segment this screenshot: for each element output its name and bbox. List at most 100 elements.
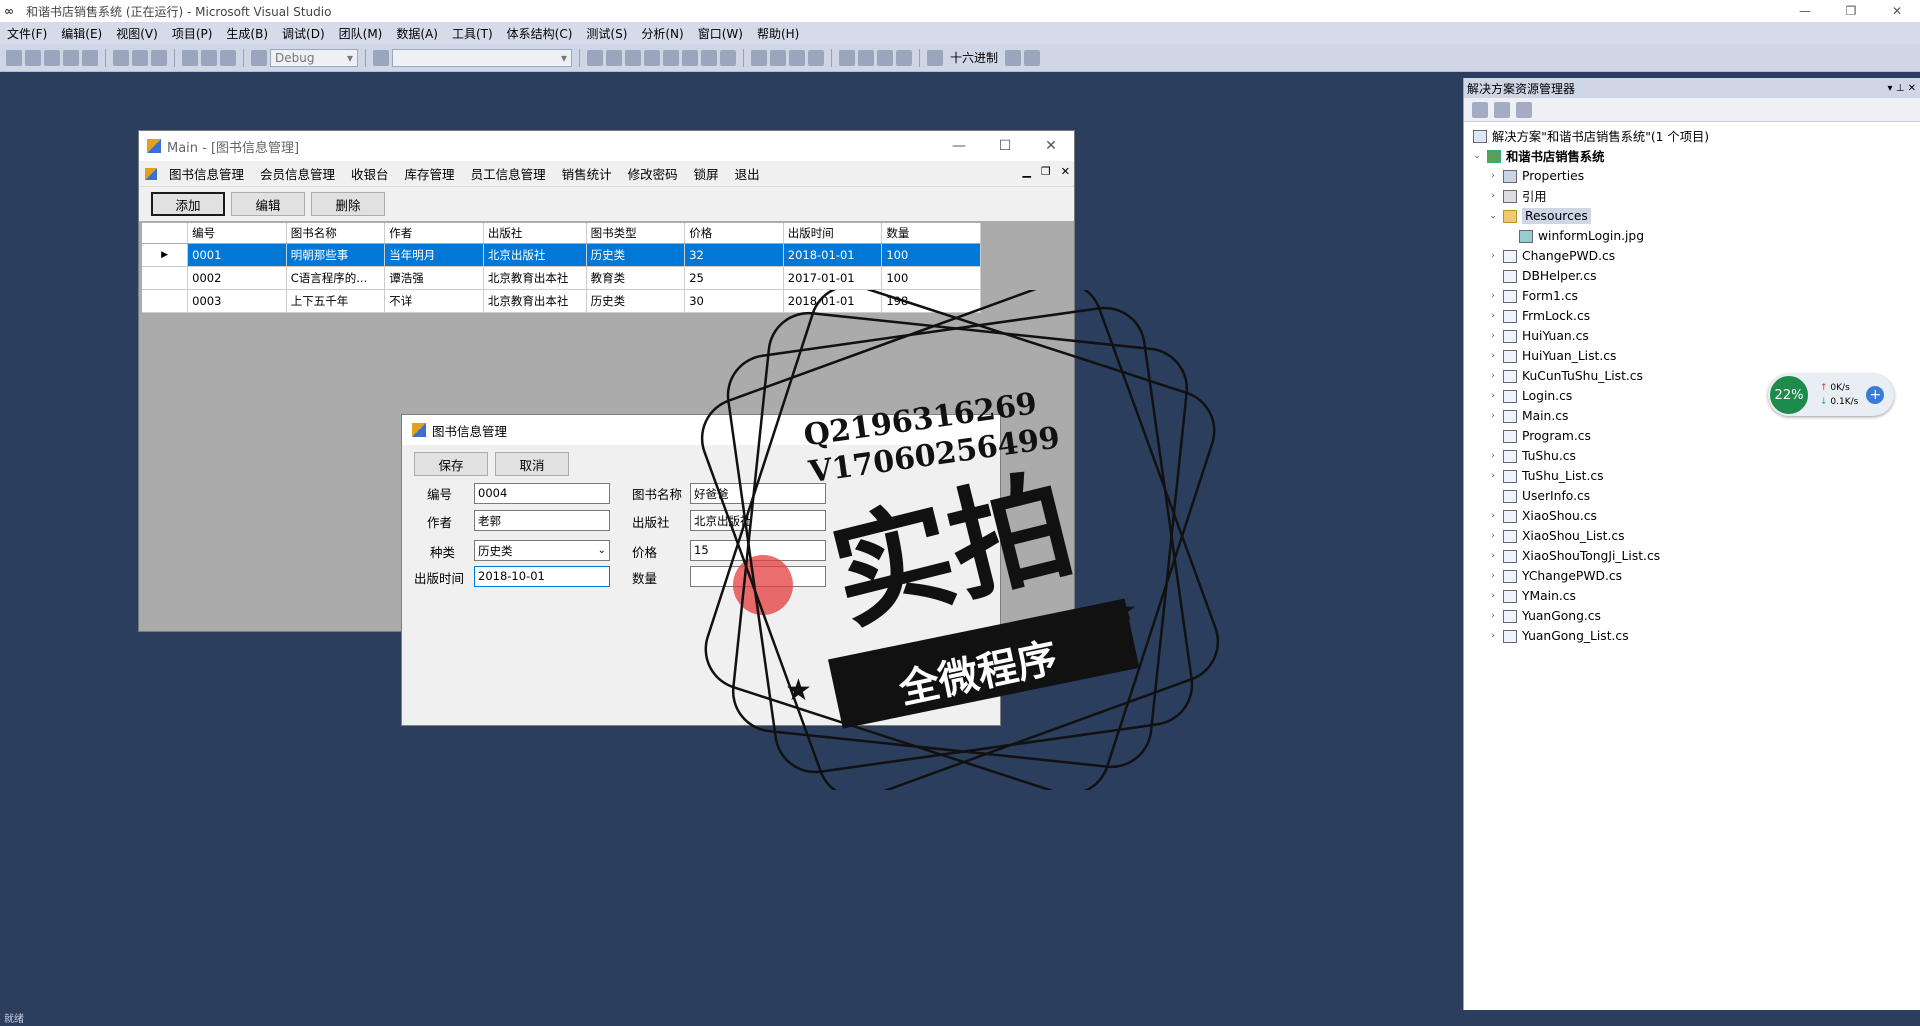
- table-cell[interactable]: 上下五千年: [286, 289, 386, 313]
- restore-icon[interactable]: ❐: [1828, 0, 1874, 22]
- vs-menu-item[interactable]: 窗口(W): [691, 25, 750, 42]
- chevron-right-icon[interactable]: ›: [1486, 351, 1500, 361]
- table-cell[interactable]: 100: [881, 266, 981, 290]
- main-menu-item[interactable]: 会员信息管理: [252, 164, 343, 183]
- table-cell[interactable]: 30: [684, 289, 784, 313]
- id-field[interactable]: 0004: [474, 483, 610, 504]
- table-cell[interactable]: 198: [881, 289, 981, 313]
- tree-node[interactable]: › ChangePWD.cs: [1464, 246, 1920, 266]
- edit-button[interactable]: 编辑: [231, 192, 305, 216]
- chevron-right-icon[interactable]: ›: [1486, 251, 1500, 261]
- table-cell[interactable]: 0002: [187, 266, 287, 290]
- tool-icon[interactable]: [720, 49, 736, 66]
- vs-menu-item[interactable]: 项目(P): [165, 25, 220, 42]
- main-menu-item[interactable]: 库存管理: [397, 164, 463, 183]
- find-combo[interactable]: ▾: [392, 48, 572, 67]
- tree-node[interactable]: › YMain.cs: [1464, 586, 1920, 606]
- table-row[interactable]: 0002 C语言程序的... 谭浩强 北京教育出本社 教育类 25 2017-01-01 10…: [142, 266, 981, 290]
- column-header[interactable]: 编号: [187, 223, 287, 244]
- open-icon[interactable]: [44, 49, 60, 66]
- table-cell[interactable]: 当年明月: [384, 243, 484, 267]
- tree-node[interactable]: › YuanGong_List.cs: [1464, 626, 1920, 646]
- column-header[interactable]: 作者: [384, 223, 484, 244]
- navigate-icon[interactable]: [220, 49, 236, 66]
- publisher-field[interactable]: 北京出版社: [690, 510, 826, 531]
- pause-icon[interactable]: [770, 49, 786, 66]
- tree-node[interactable]: › 引用: [1464, 186, 1920, 206]
- table-cell[interactable]: 历史类: [586, 243, 686, 267]
- tool-icon[interactable]: [587, 49, 603, 66]
- tool-icon[interactable]: [1005, 49, 1022, 66]
- add-button[interactable]: 添加: [151, 192, 225, 216]
- new-project-icon[interactable]: [6, 49, 22, 66]
- chevron-right-icon[interactable]: ›: [1486, 591, 1500, 601]
- column-header[interactable]: 图书名称: [286, 223, 386, 244]
- find-icon[interactable]: [373, 49, 389, 66]
- tree-node[interactable]: › XiaoShouTongJi_List.cs: [1464, 546, 1920, 566]
- table-cell[interactable]: 2017-01-01: [783, 266, 883, 290]
- save-icon[interactable]: [63, 49, 79, 66]
- vs-menu-item[interactable]: 编辑(E): [54, 25, 109, 42]
- tool-icon[interactable]: [644, 49, 660, 66]
- table-cell[interactable]: 历史类: [586, 289, 686, 313]
- tree-node[interactable]: UserInfo.cs: [1464, 486, 1920, 506]
- pane-controls[interactable]: ▾ ⊥ ✕: [1888, 83, 1920, 94]
- vs-menu-item[interactable]: 分析(N): [634, 25, 690, 42]
- tree-node[interactable]: › HuiYuan.cs: [1464, 326, 1920, 346]
- refresh-icon[interactable]: [1516, 101, 1532, 118]
- add-item-icon[interactable]: [25, 49, 41, 66]
- column-header[interactable]: 价格: [684, 223, 784, 244]
- vs-menu-item[interactable]: 视图(V): [109, 25, 165, 42]
- category-select[interactable]: 历史类 ⌄: [474, 540, 610, 561]
- save-all-icon[interactable]: [82, 49, 98, 66]
- tree-node[interactable]: › Form1.cs: [1464, 286, 1920, 306]
- table-cell[interactable]: 谭浩强: [384, 266, 484, 290]
- chevron-right-icon[interactable]: ›: [1486, 411, 1500, 421]
- tool-icon[interactable]: [682, 49, 698, 66]
- tree-node[interactable]: winformLogin.jpg: [1464, 226, 1920, 246]
- vs-menu-item[interactable]: 体系结构(C): [500, 25, 580, 42]
- tree-node-project[interactable]: ⌄ 和谐书店销售系统: [1464, 146, 1920, 166]
- redo-icon[interactable]: [201, 49, 217, 66]
- step-icon[interactable]: [858, 49, 874, 66]
- table-cell[interactable]: 2018-01-01: [783, 243, 883, 267]
- vs-menu-item[interactable]: 团队(M): [332, 25, 390, 42]
- step-icon[interactable]: [877, 49, 893, 66]
- book-grid[interactable]: 编号 图书名称 作者 出版社 图书类型 价格 出版时间 数量 ▶ 0001 明朝那些事 当年明月 北京…: [142, 223, 981, 313]
- table-cell[interactable]: 北京教育出本社: [483, 266, 587, 290]
- pubdate-field[interactable]: 2018-10-01: [474, 566, 610, 587]
- copy-icon[interactable]: [132, 49, 148, 66]
- tool-icon[interactable]: [701, 49, 717, 66]
- mdi-close-icon[interactable]: ✕: [1061, 165, 1070, 178]
- step-icon[interactable]: [839, 49, 855, 66]
- close-icon[interactable]: ✕: [1874, 0, 1920, 22]
- hex-toggle[interactable]: 十六进制: [950, 49, 998, 66]
- main-menu-item[interactable]: 收银台: [343, 164, 397, 183]
- chevron-right-icon[interactable]: ›: [1486, 331, 1500, 341]
- solution-config-select[interactable]: Debug ▾: [270, 48, 358, 67]
- name-field[interactable]: 好爸爸: [690, 483, 826, 504]
- table-cell[interactable]: 0003: [187, 289, 287, 313]
- tree-node[interactable]: › Properties: [1464, 166, 1920, 186]
- chevron-right-icon[interactable]: ›: [1486, 191, 1500, 201]
- plus-icon[interactable]: +: [1866, 386, 1885, 404]
- maximize-icon[interactable]: ☐: [982, 131, 1028, 161]
- column-header[interactable]: 数量: [881, 223, 981, 244]
- tree-node[interactable]: Program.cs: [1464, 426, 1920, 446]
- cut-icon[interactable]: [113, 49, 129, 66]
- chevron-right-icon[interactable]: ›: [1486, 391, 1500, 401]
- row-header[interactable]: [142, 289, 189, 313]
- column-header[interactable]: 出版社: [483, 223, 587, 244]
- chevron-right-icon[interactable]: ›: [1486, 311, 1500, 321]
- vs-menu-item[interactable]: 工具(T): [445, 25, 500, 42]
- properties-icon[interactable]: [1472, 101, 1488, 118]
- undo-icon[interactable]: [182, 49, 198, 66]
- main-menu-item[interactable]: 修改密码: [620, 164, 686, 183]
- table-cell[interactable]: 不详: [384, 289, 484, 313]
- debug-icon[interactable]: [927, 49, 943, 66]
- row-header[interactable]: [142, 266, 189, 290]
- tree-node[interactable]: › HuiYuan_List.cs: [1464, 346, 1920, 366]
- column-header[interactable]: 出版时间: [783, 223, 883, 244]
- chevron-right-icon[interactable]: ›: [1486, 291, 1500, 301]
- chevron-right-icon[interactable]: ›: [1486, 571, 1500, 581]
